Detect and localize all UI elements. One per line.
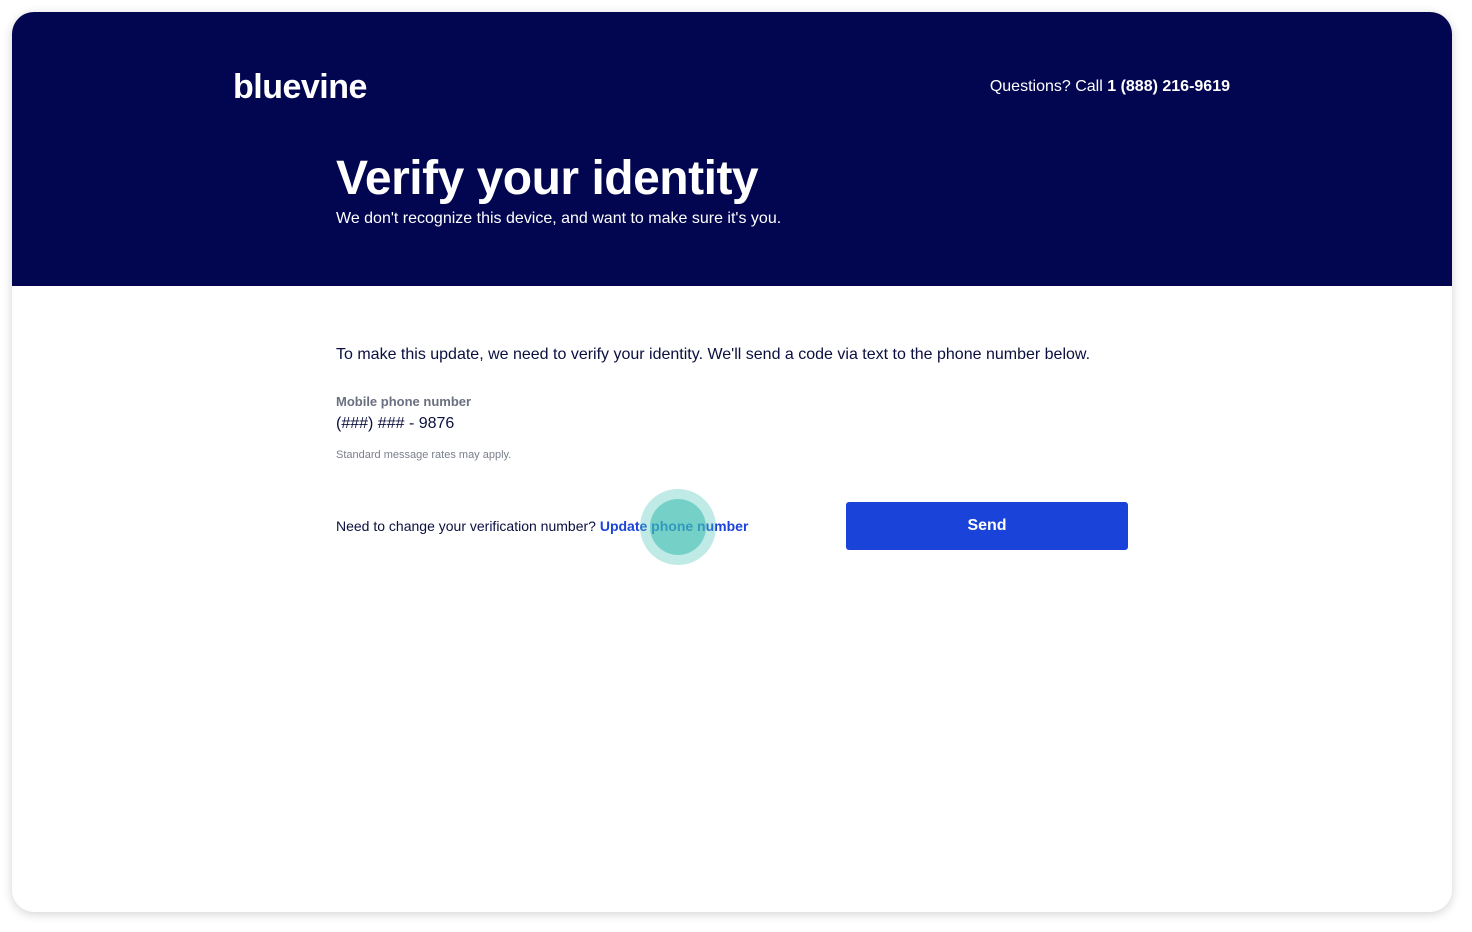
- intro-text: To make this update, we need to verify y…: [336, 346, 1091, 363]
- header-banner: bluevine Questions? Call 1 (888) 216-961…: [12, 12, 1452, 286]
- contact-phone-link[interactable]: 1 (888) 216-9619: [1107, 78, 1230, 95]
- phone-value: (###) ### - 9876: [336, 415, 455, 432]
- change-number-row: Need to change your verification number?…: [336, 518, 748, 534]
- send-button[interactable]: Send: [846, 502, 1128, 550]
- page-title: Verify your identity: [336, 152, 759, 205]
- contact-prefix: Questions? Call: [989, 78, 1103, 95]
- rates-note: Standard message rates may apply.: [336, 449, 512, 461]
- bluevine-logo[interactable]: bluevine: [233, 68, 367, 107]
- phone-label: Mobile phone number: [336, 394, 472, 409]
- page-subtitle: We don't recognize this device, and want…: [336, 210, 782, 227]
- contact-info: Questions? Call 1 (888) 216-9619: [990, 78, 1230, 96]
- update-phone-link[interactable]: Update phone number: [600, 518, 749, 534]
- app-window: bluevine Questions? Call 1 (888) 216-961…: [12, 12, 1452, 912]
- change-prompt: Need to change your verification number?: [336, 518, 596, 534]
